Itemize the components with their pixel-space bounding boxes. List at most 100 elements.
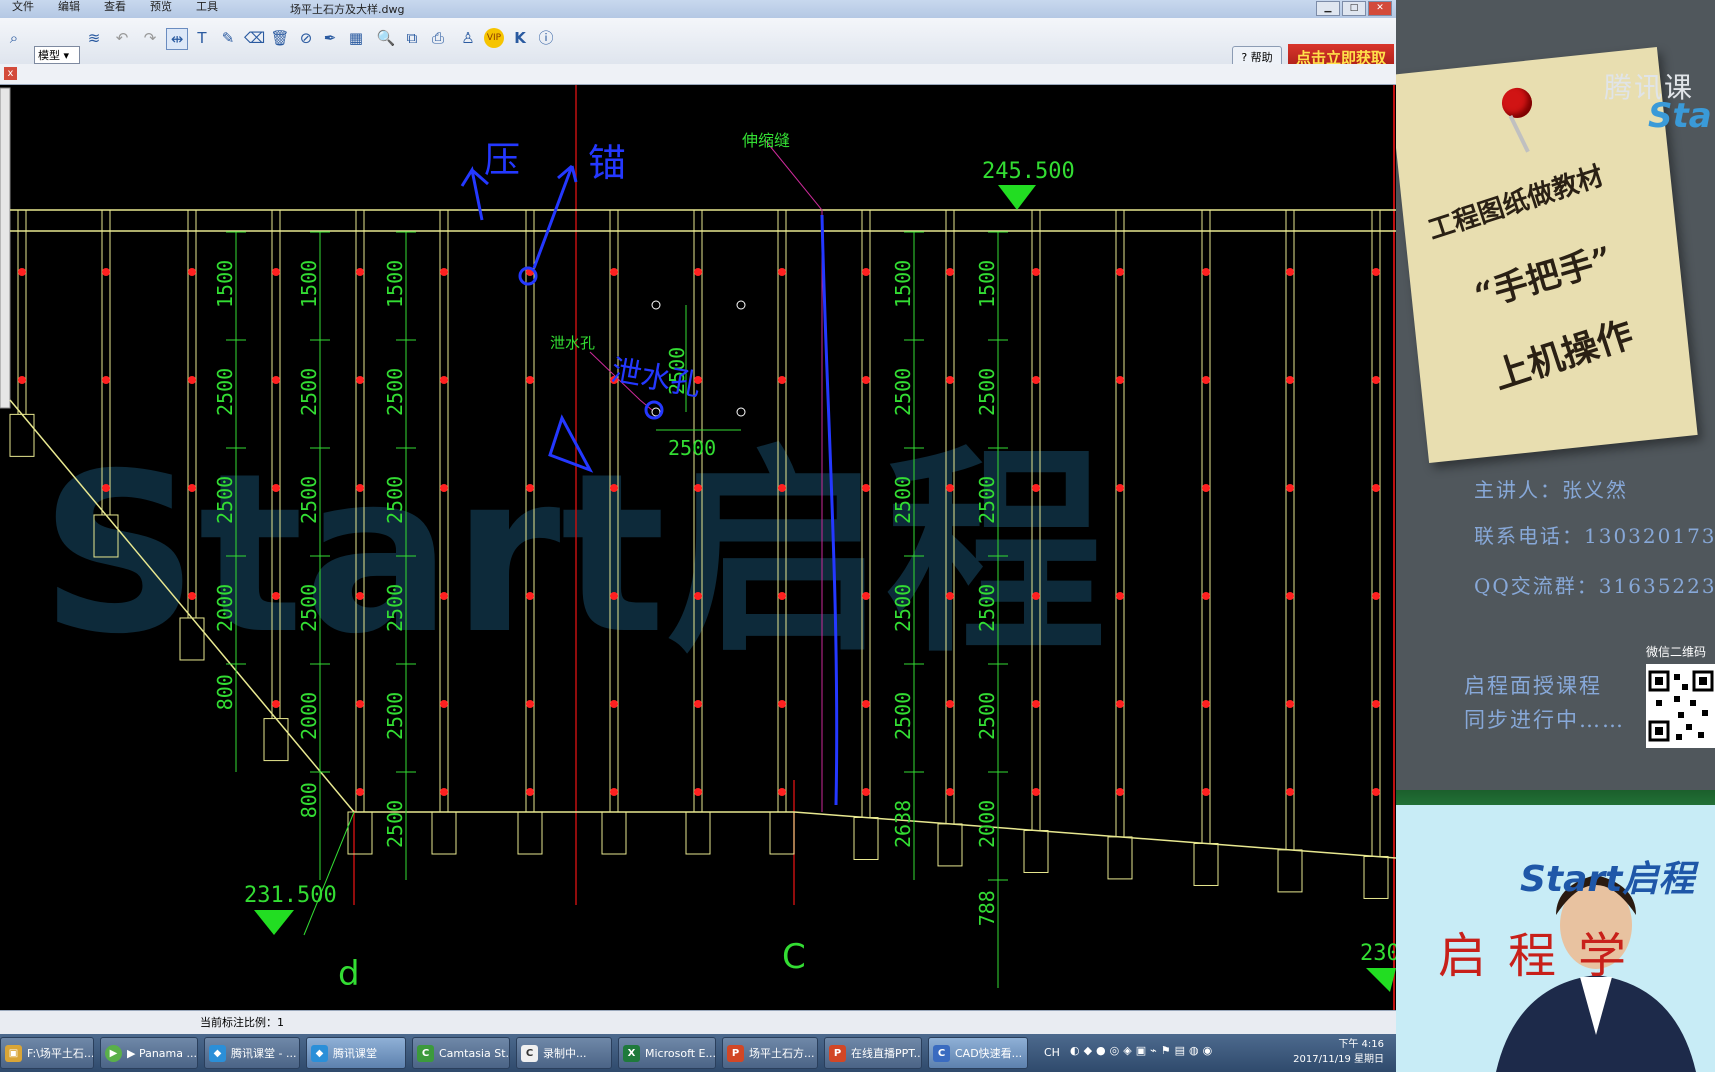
redo-icon[interactable]: ↷ <box>140 28 160 48</box>
compare-icon[interactable]: ⧉ <box>402 28 422 48</box>
anchor-point <box>1202 788 1210 796</box>
dim-label: 2000 <box>297 692 321 740</box>
user-icon[interactable]: ♙ <box>458 28 478 48</box>
task-tencent-2[interactable]: ◆ 腾讯课堂 <box>306 1037 406 1069</box>
anchor-point <box>272 376 280 384</box>
anchor-point <box>778 700 786 708</box>
task-label: 场平土石方... <box>749 1047 815 1060</box>
anchor-point <box>1032 592 1040 600</box>
layers-icon[interactable]: ≋ <box>84 28 104 48</box>
dim-label: 2000 <box>213 584 237 632</box>
dim-label: 800 <box>213 674 237 710</box>
table-icon[interactable]: ▦ <box>346 28 366 48</box>
dim-label: 2500 <box>297 368 321 416</box>
text-icon[interactable]: T <box>192 28 212 48</box>
undo-icon[interactable]: ↶ <box>112 28 132 48</box>
anchor-point <box>188 592 196 600</box>
task-label: 腾讯课堂 - ... <box>231 1047 297 1060</box>
pencil-icon[interactable]: ✎ <box>218 28 238 48</box>
dim-label: 2500 <box>891 584 915 632</box>
pen-icon[interactable]: ✒ <box>320 28 340 48</box>
task-camtasia[interactable]: C Camtasia St... <box>412 1037 510 1069</box>
ppt-icon: P <box>727 1045 744 1062</box>
trash-icon[interactable]: 🗑 <box>270 28 290 48</box>
anchor-point <box>1116 376 1124 384</box>
anchor-point <box>102 376 110 384</box>
elevation-left: 231.500 <box>244 883 337 908</box>
dim-label: 2500 <box>213 368 237 416</box>
lecturer: 主讲人：张义然 <box>1474 478 1628 502</box>
cad-icon: C <box>933 1045 950 1062</box>
task-label: CAD快速看... <box>955 1047 1023 1060</box>
layout-select[interactable]: 模型 ▾ <box>34 46 80 64</box>
dim-label: 2500 <box>297 584 321 632</box>
menu-view[interactable]: 查看 <box>92 0 138 18</box>
vip-icon[interactable]: VIP <box>484 28 504 48</box>
dim-label: 1500 <box>213 260 237 308</box>
anchor-point <box>778 592 786 600</box>
hide-icon[interactable]: ⊘ <box>296 28 316 48</box>
minimize-button[interactable]: ▁ <box>1316 1 1340 16</box>
anchor-point <box>1372 268 1380 276</box>
anchor-point <box>1202 268 1210 276</box>
anchor-point <box>526 376 534 384</box>
task-label: Microsoft E... <box>645 1047 716 1060</box>
taskbar: ▣ F:\场平土石... ▶ ▶ Panama ... ◆ 腾讯课堂 - ... ◆ 腾… <box>0 1034 1396 1072</box>
task-ppt-1[interactable]: P 场平土石方... <box>722 1037 818 1069</box>
anchor-point <box>610 484 618 492</box>
anchor-point <box>356 484 364 492</box>
dim-label: 2500 <box>383 692 407 740</box>
measure-icon[interactable]: ⇹ <box>166 28 188 50</box>
scale-label: 当前标注比例：1 <box>200 1016 284 1029</box>
task-tencent-1[interactable]: ◆ 腾讯课堂 - ... <box>204 1037 300 1069</box>
recorder-icon: C <box>521 1045 538 1062</box>
clock[interactable]: 下午 4:16 2017/11/19 星期日 <box>1293 1037 1384 1067</box>
anchor-point <box>1202 484 1210 492</box>
zoom-window-icon[interactable]: ⌕ <box>4 28 24 48</box>
anchor-point <box>1372 592 1380 600</box>
close-drawing-icon[interactable]: x <box>4 67 17 80</box>
close-button[interactable]: ✕ <box>1368 1 1392 16</box>
start-logo-cn: 启程学 <box>1438 928 1649 984</box>
info-icon[interactable]: ⓘ <box>536 28 556 48</box>
zoom-icon[interactable]: 🔍 <box>376 28 396 48</box>
pushpin-icon <box>1500 86 1534 120</box>
maximize-button[interactable]: □ <box>1342 1 1366 16</box>
anchor-point <box>272 592 280 600</box>
dim-label: 2500 <box>891 368 915 416</box>
eraser-icon[interactable]: ⌫ <box>244 28 265 48</box>
task-media[interactable]: ▶ ▶ Panama ... <box>100 1037 198 1069</box>
tencent-icon: ◆ <box>311 1045 328 1062</box>
task-ppt-2[interactable]: P 在线直播PPT... <box>824 1037 922 1069</box>
drawing-svg[interactable]: Start启程 15002500250020008001500250025002… <box>0 85 1413 1010</box>
clock-date: 2017/11/19 星期日 <box>1293 1054 1384 1065</box>
anchor-point <box>610 788 618 796</box>
menu-file[interactable]: 文件 <box>0 0 46 18</box>
anchor-point <box>1202 592 1210 600</box>
excel-icon: X <box>623 1045 640 1062</box>
tencent-icon: ◆ <box>209 1045 226 1062</box>
cad-canvas[interactable]: Start启程 1500 2500 2500 2000 800 1500 2500 2500 2… <box>0 85 1413 1010</box>
print-icon[interactable]: ⎙ <box>428 28 448 48</box>
anchor-point <box>946 700 954 708</box>
menu-preview[interactable]: 预览 <box>138 0 184 18</box>
anchor-point <box>440 268 448 276</box>
menu-edit[interactable]: 编辑 <box>46 0 92 18</box>
elevation-right: 230. <box>1360 941 1396 966</box>
task-cad[interactable]: C CAD快速看... <box>928 1037 1028 1069</box>
language-indicator[interactable]: CH <box>1044 1046 1060 1059</box>
tray-icons[interactable]: ◐◆●◎◈▣⌁⚑▤◍◉ <box>1070 1044 1216 1057</box>
task-excel[interactable]: X Microsoft E... <box>618 1037 716 1069</box>
task-label: 腾讯课堂 <box>333 1047 377 1060</box>
dim-label: 1500 <box>297 260 321 308</box>
dim-label: 2638 <box>891 800 915 848</box>
task-folder[interactable]: ▣ F:\场平土石... <box>0 1037 94 1069</box>
k-icon[interactable]: K <box>510 28 530 48</box>
dim-label: 2500 <box>891 476 915 524</box>
anchor-point <box>1116 592 1124 600</box>
course-line-2: 同步进行中…… <box>1464 708 1625 732</box>
menu-tools[interactable]: 工具 <box>184 0 230 18</box>
anchor-point <box>526 592 534 600</box>
anchor-point <box>862 376 870 384</box>
task-recorder[interactable]: C 录制中... <box>516 1037 612 1069</box>
